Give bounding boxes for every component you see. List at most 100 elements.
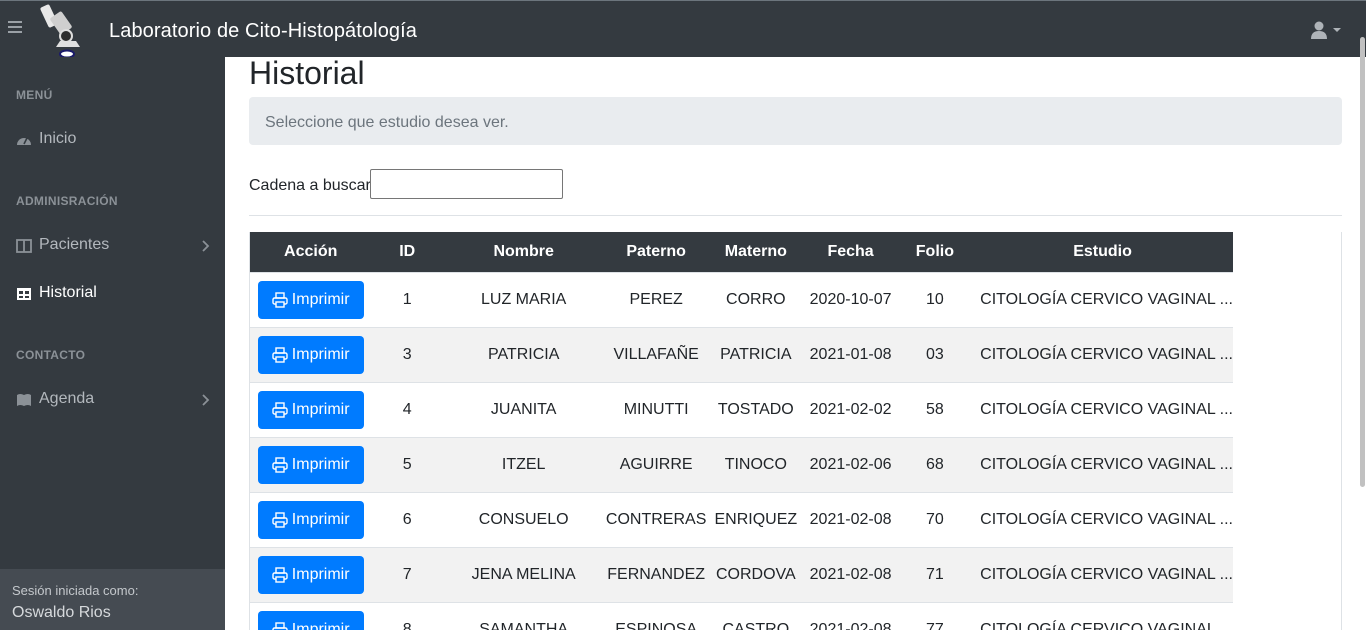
column-header-folio[interactable]: Folio <box>898 232 973 272</box>
column-header-estudio[interactable]: Estudio <box>972 232 1233 272</box>
cell-estudio: CITOLOGÍA CERVICO VAGINAL ... <box>972 546 1233 602</box>
cell-paterno: MINUTTI <box>604 381 709 437</box>
columns-icon <box>16 239 32 253</box>
cell-folio: 68 <box>897 436 973 492</box>
sidebar: MENÚ Inicio ADMINISRACIÓN Pacientes Hist… <box>0 57 225 630</box>
cell-estudio: CITOLOGÍA CERVICO VAGINAL ... <box>972 436 1233 492</box>
column-header-fecha[interactable]: Fecha <box>804 232 898 272</box>
cell-nombre: PATRICIA <box>443 326 605 382</box>
sidebar-item-label: Historial <box>39 284 97 301</box>
cell-paterno: VILLAFAÑE <box>604 326 709 382</box>
divider <box>249 215 1342 216</box>
section-title-menu: MENÚ <box>16 88 53 102</box>
session-user: Oswaldo Rios <box>12 604 111 621</box>
cell-paterno: FERNANDEZ <box>604 546 709 602</box>
print-button[interactable]: Imprimir <box>257 280 364 319</box>
column-header-nombre[interactable]: Nombre <box>443 232 604 272</box>
page-scrollbar[interactable] <box>1360 37 1365 487</box>
alert-text: Seleccione que estudio desea ver. <box>265 114 509 131</box>
print-icon <box>272 456 288 473</box>
cell-folio: 03 <box>897 326 973 382</box>
user-icon[interactable] <box>1310 21 1344 41</box>
cell-id: 6 <box>371 491 444 547</box>
dashboard-icon <box>17 137 31 145</box>
chevron-right-icon <box>202 394 210 406</box>
hamburger-icon[interactable] <box>8 21 22 35</box>
sidebar-item-inicio[interactable]: Inicio <box>0 126 225 156</box>
table-row: Imprimir 8 SAMANTHA ESPINOSA CASTRO 2021-02-0… <box>250 601 1233 630</box>
cell-id: 7 <box>371 546 444 602</box>
print-button[interactable]: Imprimir <box>257 555 364 594</box>
chevron-right-icon <box>202 240 210 252</box>
section-title-contacto: CONTACTO <box>16 348 86 362</box>
history-table: Acción ID Nombre Paterno Materno Fecha F… <box>250 232 1233 630</box>
cell-fecha: 2020-10-07 <box>803 271 898 327</box>
cell-fecha: 2021-02-08 <box>803 601 898 630</box>
print-button[interactable]: Imprimir <box>257 335 364 374</box>
cell-folio: 71 <box>897 546 973 602</box>
action-cell: Imprimir <box>250 436 372 492</box>
cell-nombre: ITZEL <box>443 436 605 492</box>
cell-nombre: SAMANTHA <box>443 601 605 630</box>
search-label: Cadena a buscar <box>249 177 371 194</box>
cell-folio: 58 <box>897 381 973 437</box>
print-button[interactable]: Imprimir <box>257 390 364 429</box>
search-input[interactable] <box>370 169 563 199</box>
cell-fecha: 2021-02-08 <box>803 491 898 547</box>
print-button-label: Imprimir <box>291 620 350 630</box>
column-header-accion[interactable]: Acción <box>250 232 371 272</box>
sidebar-item-label: Agenda <box>39 390 95 407</box>
table-body: Imprimir 1 LUZ MARIA PEREZ CORRO 2020-10-07 10… <box>250 271 1233 630</box>
cell-id: 3 <box>371 326 444 382</box>
print-button-label: Imprimir <box>291 290 350 308</box>
action-cell: Imprimir <box>250 381 372 437</box>
cell-id: 8 <box>371 601 444 630</box>
cell-folio: 70 <box>897 491 973 547</box>
action-cell: Imprimir <box>250 546 372 602</box>
table-header-row: Acción ID Nombre Paterno Materno Fecha F… <box>250 232 1233 272</box>
cell-materno: TINOCO <box>708 436 804 492</box>
cell-nombre: LUZ MARIA <box>443 271 605 327</box>
cell-nombre: JUANITA <box>443 381 605 437</box>
print-button-label: Imprimir <box>291 400 350 418</box>
print-icon <box>272 566 288 583</box>
cell-materno: CORRO <box>708 271 804 327</box>
print-button-label: Imprimir <box>291 510 350 528</box>
top-navbar: Laboratorio de Cito-Histopátología <box>0 0 1366 58</box>
history-table-container[interactable]: Acción ID Nombre Paterno Materno Fecha F… <box>249 232 1342 630</box>
column-header-id[interactable]: ID <box>371 232 443 272</box>
cell-fecha: 2021-02-02 <box>803 381 898 437</box>
table-row: Imprimir 5 ITZEL AGUIRRE TINOCO 2021-02-06 68 C… <box>250 436 1233 492</box>
print-button-label: Imprimir <box>291 455 350 473</box>
sidebar-item-agenda[interactable]: Agenda <box>0 386 225 416</box>
print-button-label: Imprimir <box>291 565 350 583</box>
column-header-materno[interactable]: Materno <box>708 232 803 272</box>
cell-estudio: CITOLOGÍA CERVICO VAGINAL ... <box>972 381 1233 437</box>
sidebar-item-label: Inicio <box>39 130 77 147</box>
cell-folio: 77 <box>897 601 973 630</box>
print-button[interactable]: Imprimir <box>257 610 364 630</box>
print-icon <box>272 291 288 308</box>
cell-paterno: ESPINOSA <box>604 601 709 630</box>
table-icon <box>17 288 31 300</box>
cell-materno: ENRIQUEZ <box>708 491 804 547</box>
sidebar-item-pacientes[interactable]: Pacientes <box>0 232 225 262</box>
print-button[interactable]: Imprimir <box>257 445 364 484</box>
print-icon <box>272 346 288 363</box>
print-icon <box>272 622 288 630</box>
sidebar-item-historial[interactable]: Historial <box>0 280 225 310</box>
info-alert: Seleccione que estudio desea ver. <box>249 97 1342 145</box>
cell-id: 4 <box>371 381 444 437</box>
cell-folio: 10 <box>897 271 973 327</box>
table-row: Imprimir 4 JUANITA MINUTTI TOSTADO 2021-02-02… <box>250 381 1233 437</box>
print-button[interactable]: Imprimir <box>257 500 364 539</box>
cell-fecha: 2021-02-08 <box>803 546 898 602</box>
cell-estudio: CITOLOGÍA CERVICO VAGINAL ... <box>972 271 1233 327</box>
column-header-paterno[interactable]: Paterno <box>604 232 708 272</box>
cell-materno: CASTRO <box>708 601 804 630</box>
table-row: Imprimir 7 JENA MELINA FERNANDEZ CORDOVA 2021… <box>250 546 1233 602</box>
app-title[interactable]: Laboratorio de Cito-Histopátología <box>109 20 417 43</box>
action-cell: Imprimir <box>250 271 372 327</box>
cell-paterno: CONTRERAS <box>604 491 709 547</box>
cell-nombre: CONSUELO <box>443 491 605 547</box>
